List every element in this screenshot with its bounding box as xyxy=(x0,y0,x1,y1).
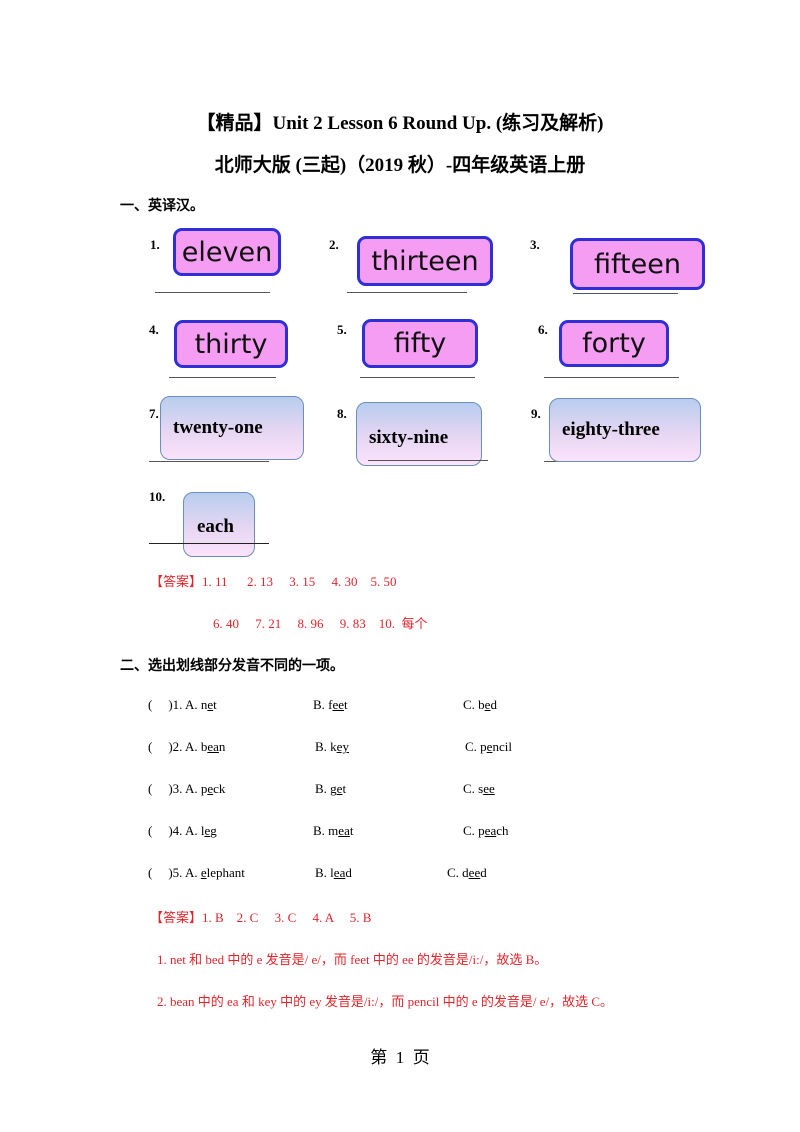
answer-key-1: 【答案】1. 11 2. 13 3. 15 4. 30 5. 50 xyxy=(150,574,397,589)
question-row: ()1. A. net xyxy=(148,697,217,712)
answer-blank[interactable] xyxy=(544,377,679,378)
document-title: 【精品】Unit 2 Lesson 6 Round Up. (练习及解析) xyxy=(196,113,604,134)
explanation-2: 2. bean 中的 ea 和 key 中的 ey 发音是/i:/，而 penc… xyxy=(157,994,614,1009)
item-number: 10. xyxy=(149,489,166,504)
answer-paren[interactable]: ( xyxy=(148,739,152,754)
word-card: thirty xyxy=(174,320,288,368)
word-card: eighty-three xyxy=(549,398,701,462)
word-card: sixty-nine xyxy=(356,402,482,466)
answer-blank[interactable] xyxy=(149,543,269,544)
document-subtitle: 北师大版 (三起)（2019 秋）-四年级英语上册 xyxy=(214,155,586,176)
option-b: B. key xyxy=(315,739,349,754)
option-c: C. peach xyxy=(463,823,509,838)
item-number: 6. xyxy=(538,322,548,337)
question-row: ()3. A. peck xyxy=(148,781,226,796)
option-b: B. lead xyxy=(315,865,352,880)
section1-heading: 一、英译汉。 xyxy=(120,198,204,214)
page-number: 第 1 页 xyxy=(370,1048,430,1067)
word-card: fifty xyxy=(362,319,478,368)
word-card: twenty-one xyxy=(160,396,304,460)
question-row: ()2. A. bean xyxy=(148,739,226,754)
question-row: ()5. A. elephant xyxy=(148,865,245,880)
word-card: each xyxy=(183,492,255,557)
item-number: 9. xyxy=(531,406,541,421)
answer-blank[interactable] xyxy=(368,460,488,461)
answer-blank[interactable] xyxy=(347,292,467,293)
item-number: 8. xyxy=(337,406,347,421)
answer-paren[interactable]: ( xyxy=(148,697,152,712)
option-b: B. feet xyxy=(313,697,348,712)
item-number: 7. xyxy=(149,406,159,421)
option-c: C. bed xyxy=(463,697,497,712)
section2-heading: 二、选出划线部分发音不同的一项。 xyxy=(120,658,344,674)
answer-blank[interactable] xyxy=(360,377,475,378)
question-row: ()4. A. leg xyxy=(148,823,217,838)
item-number: 1. xyxy=(150,237,160,252)
answer-key-2: 6. 40 7. 21 8. 96 9. 83 10. 每个 xyxy=(213,616,428,631)
option-b: B. meat xyxy=(313,823,354,838)
word-card: eleven xyxy=(173,228,281,276)
answer-blank[interactable] xyxy=(155,292,270,293)
answer-blank[interactable] xyxy=(169,377,276,378)
item-number: 3. xyxy=(530,237,540,252)
option-c: C. pencil xyxy=(465,739,512,754)
answer-paren[interactable]: ( xyxy=(148,781,152,796)
word-card: thirteen xyxy=(357,236,493,286)
word-card: fifteen xyxy=(570,238,705,290)
answer-key-section2: 【答案】1. B 2. C 3. C 4. A 5. B xyxy=(150,910,372,925)
answer-paren[interactable]: ( xyxy=(148,823,152,838)
item-number: 2. xyxy=(329,237,339,252)
answer-blank[interactable] xyxy=(573,293,678,294)
explanation-1: 1. net 和 bed 中的 e 发音是/ e/，而 feet 中的 ee 的… xyxy=(157,952,548,967)
word-card: forty xyxy=(559,320,669,367)
option-c: C. see xyxy=(463,781,495,796)
item-number: 5. xyxy=(337,322,347,337)
option-b: B. get xyxy=(315,781,347,796)
answer-paren[interactable]: ( xyxy=(148,865,152,880)
option-c: C. deed xyxy=(447,865,487,880)
item-number: 4. xyxy=(149,322,159,337)
answer-blank[interactable] xyxy=(149,461,269,462)
